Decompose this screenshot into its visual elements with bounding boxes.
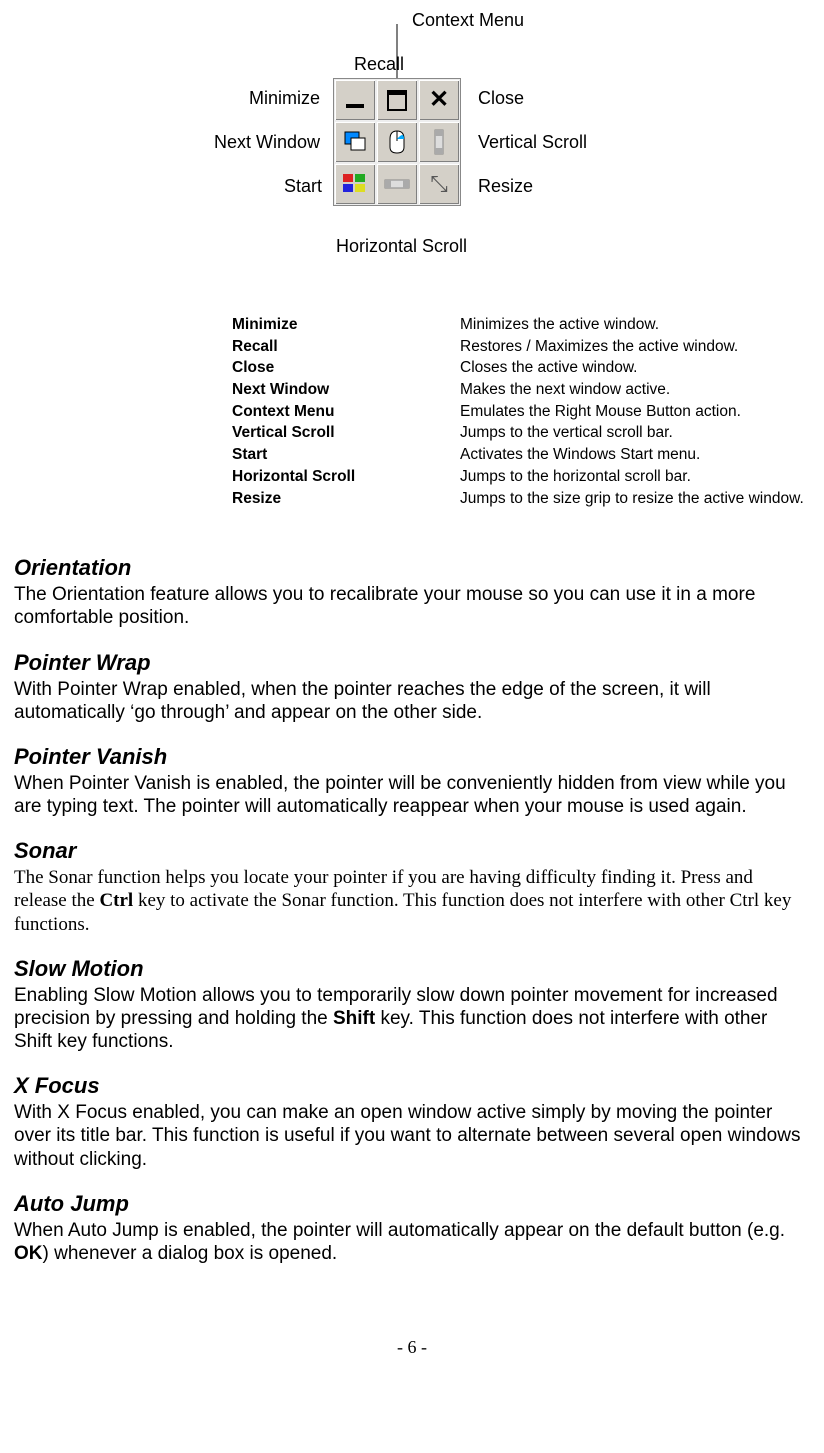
heading: Pointer Vanish (14, 744, 810, 770)
label-minimize: Minimize (249, 88, 320, 109)
grid-next-window-icon[interactable] (334, 121, 376, 163)
term: Minimize (232, 314, 460, 336)
section-auto-jump: Auto Jump When Auto Jump is enabled, the… (14, 1191, 810, 1265)
label-start: Start (284, 176, 322, 197)
term: Vertical Scroll (232, 422, 460, 444)
cyberjump-grid: ✕ ⤡ (333, 78, 461, 206)
table-row: ResizeJumps to the size grip to resize t… (232, 488, 810, 510)
body-text: When Pointer Vanish is enabled, the poin… (14, 772, 810, 818)
heading: X Focus (14, 1073, 810, 1099)
desc: Makes the next window active. (460, 379, 810, 401)
body-text: The Sonar function helps you locate your… (14, 866, 810, 936)
section-x-focus: X Focus With X Focus enabled, you can ma… (14, 1073, 810, 1171)
heading: Auto Jump (14, 1191, 810, 1217)
label-recall: Recall (354, 54, 404, 75)
cyberjump-diagram: Context Menu Recall Minimize Close Next … (132, 10, 692, 280)
desc: Restores / Maximizes the active window. (460, 336, 810, 358)
term: Close (232, 357, 460, 379)
label-resize: Resize (478, 176, 533, 197)
desc: Jumps to the vertical scroll bar. (460, 422, 810, 444)
term: Next Window (232, 379, 460, 401)
table-row: MinimizeMinimizes the active window. (232, 314, 810, 336)
section-pointer-wrap: Pointer Wrap With Pointer Wrap enabled, … (14, 650, 810, 724)
heading: Sonar (14, 838, 810, 864)
body-text: Enabling Slow Motion allows you to tempo… (14, 984, 810, 1054)
grid-start-icon[interactable] (334, 163, 376, 205)
definitions-table: MinimizeMinimizes the active window. Rec… (232, 314, 810, 509)
section-sonar: Sonar The Sonar function helps you locat… (14, 838, 810, 936)
section-pointer-vanish: Pointer Vanish When Pointer Vanish is en… (14, 744, 810, 818)
grid-context-menu-icon[interactable] (376, 121, 418, 163)
heading: Pointer Wrap (14, 650, 810, 676)
desc: Emulates the Right Mouse Button action. (460, 401, 810, 423)
term: Context Menu (232, 401, 460, 423)
term: Recall (232, 336, 460, 358)
table-row: RecallRestores / Maximizes the active wi… (232, 336, 810, 358)
desc: Jumps to the size grip to resize the act… (460, 488, 810, 510)
desc: Activates the Windows Start menu. (460, 444, 810, 466)
desc: Closes the active window. (460, 357, 810, 379)
body-text: With Pointer Wrap enabled, when the poin… (14, 678, 810, 724)
desc: Minimizes the active window. (460, 314, 810, 336)
grid-recall-icon[interactable] (376, 79, 418, 121)
label-vertical-scroll: Vertical Scroll (478, 132, 587, 153)
heading: Orientation (14, 555, 810, 581)
table-row: CloseCloses the active window. (232, 357, 810, 379)
body-text: With X Focus enabled, you can make an op… (14, 1101, 810, 1171)
term: Resize (232, 488, 460, 510)
label-close: Close (478, 88, 524, 109)
page-number: - 6 - (14, 1337, 810, 1358)
table-row: StartActivates the Windows Start menu. (232, 444, 810, 466)
desc: Jumps to the horizontal scroll bar. (460, 466, 810, 488)
label-next-window: Next Window (214, 132, 320, 153)
grid-minimize-icon[interactable] (334, 79, 376, 121)
label-horizontal-scroll: Horizontal Scroll (336, 236, 467, 257)
body-text: The Orientation feature allows you to re… (14, 583, 810, 629)
table-row: Horizontal ScrollJumps to the horizontal… (232, 466, 810, 488)
grid-vertical-scroll-icon[interactable] (418, 121, 460, 163)
section-orientation: Orientation The Orientation feature allo… (14, 555, 810, 629)
grid-resize-icon[interactable]: ⤡ (418, 163, 460, 205)
table-row: Vertical ScrollJumps to the vertical scr… (232, 422, 810, 444)
section-slow-motion: Slow Motion Enabling Slow Motion allows … (14, 956, 810, 1054)
table-row: Next WindowMakes the next window active. (232, 379, 810, 401)
table-row: Context MenuEmulates the Right Mouse But… (232, 401, 810, 423)
label-context-menu: Context Menu (412, 10, 524, 31)
term: Start (232, 444, 460, 466)
body-text: When Auto Jump is enabled, the pointer w… (14, 1219, 810, 1265)
grid-horizontal-scroll-icon[interactable] (376, 163, 418, 205)
grid-close-icon[interactable]: ✕ (418, 79, 460, 121)
term: Horizontal Scroll (232, 466, 460, 488)
heading: Slow Motion (14, 956, 810, 982)
